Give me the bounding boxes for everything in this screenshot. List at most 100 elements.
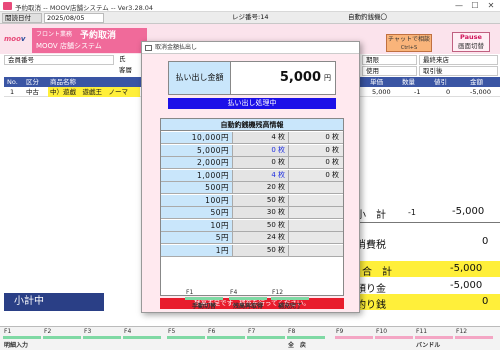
denomination-row: 1円 50 枚 — [161, 244, 343, 257]
payout-dialog: 取消金額払出し 払い出し金額 5,000 円 払い出し処理中 自動釣銭機残高情報… — [141, 41, 360, 313]
maximize-icon[interactable]: ☐ — [468, 1, 482, 11]
subtotal-status-badge: 小計中 — [4, 293, 104, 311]
col-no: No. — [7, 78, 18, 86]
register-number: レジ番号:14 — [232, 13, 269, 21]
denomination-stock: 0 枚 — [289, 157, 343, 168]
window-title: 予約取消 -- MOOV店舗システム -- Ver3.28.04 — [15, 4, 154, 12]
col-discount: 値引 — [434, 78, 447, 86]
minimize-icon[interactable]: — — [452, 1, 466, 11]
function-key-f12[interactable]: F12 — [454, 327, 494, 349]
app-icon — [3, 2, 12, 10]
denomination-count: 0 枚 — [233, 144, 289, 156]
row-category: 中古 — [26, 88, 39, 96]
denomination-count: 30 枚 — [233, 207, 289, 218]
denomination-row: 1,000円 4 枚0 枚 — [161, 169, 343, 182]
row-quantity: -1 — [414, 88, 421, 96]
denomination-stock — [289, 182, 343, 193]
denomination-stock — [289, 219, 343, 231]
denomination-count: 4 枚 — [233, 169, 289, 181]
dialog-key-f12[interactable]: F12 補充完了 — [270, 289, 310, 313]
moov-logo: moov — [4, 35, 26, 43]
function-key-f1[interactable]: F1 明細入力 — [2, 327, 42, 349]
processing-status-bar: 払い出し処理中 — [168, 98, 336, 109]
function-key-f3[interactable]: F3 — [82, 327, 122, 349]
close-icon[interactable]: ✕ — [484, 1, 498, 11]
tax-value: 0 — [482, 236, 489, 247]
denomination-count: 50 枚 — [233, 219, 289, 231]
denomination-label: 1,000円 — [161, 169, 233, 181]
function-key-f8[interactable]: F8 全 戻 — [286, 327, 326, 349]
denomination-row: 10,000円 4 枚0 枚 — [161, 132, 343, 144]
denomination-stock — [289, 207, 343, 218]
dialog-key-f1[interactable]: F1 手動切替 — [184, 289, 224, 313]
row-item-name: 中）遊戯 遊戯王 ノーマ — [48, 87, 140, 97]
denomination-stock: 0 枚 — [289, 169, 343, 181]
col-quantity: 数量 — [402, 78, 415, 86]
member-number-field[interactable]: 会員番号 — [4, 55, 114, 65]
denomination-label: 5円 — [161, 232, 233, 243]
denomination-label: 10円 — [161, 219, 233, 231]
payout-amount-box: 払い出し金額 5,000 円 — [168, 61, 336, 95]
function-key-f5[interactable]: F5 — [166, 327, 206, 349]
payout-amount-value: 5,000 円 — [279, 70, 331, 85]
chat-consult-button[interactable]: チャットで相談 Ctrl+S — [386, 34, 432, 52]
denomination-label: 5,000円 — [161, 144, 233, 156]
function-key-f4[interactable]: F4 — [122, 327, 162, 349]
denomination-label: 10,000円 — [161, 132, 233, 143]
denomination-row: 5円 24 枚 — [161, 232, 343, 244]
denomination-row: 2,000円 0 枚0 枚 — [161, 157, 343, 169]
function-key-f2[interactable]: F2 — [42, 327, 82, 349]
row-discount: 0 — [446, 88, 451, 96]
denomination-row: 500円 20 枚 — [161, 182, 343, 194]
pause-screen-switch-button[interactable]: Pause 画面切替 — [452, 32, 490, 52]
function-key-f11[interactable]: F11 バンドル — [414, 327, 454, 349]
change-label: 釣り銭 — [356, 300, 386, 311]
date-value: 2025/08/05 — [44, 13, 104, 23]
denomination-stock — [289, 232, 343, 243]
denomination-count: 4 枚 — [233, 132, 289, 143]
denomination-stock — [289, 194, 343, 206]
department-label: フロント業務 — [36, 31, 73, 38]
dialog-key-f4[interactable]: F4 残高再取得 — [228, 289, 268, 313]
change-machine-status: 自動釣銭機〇 — [348, 13, 387, 21]
tax-label: 消費税 — [356, 240, 386, 251]
expiry-label: 期限 — [362, 55, 417, 65]
row-no: 1 — [10, 88, 15, 96]
col-amount: 金額 — [470, 78, 483, 86]
row-amount: -5,000 — [470, 88, 491, 96]
denomination-count: 24 枚 — [233, 232, 289, 243]
date-label: 閲読日付 — [2, 13, 42, 23]
deposit-label: 預り金 — [356, 284, 386, 295]
denomination-stock: 0 枚 — [289, 144, 343, 156]
denomination-row: 50円 30 枚 — [161, 207, 343, 219]
function-key-f10[interactable]: F10 — [374, 327, 414, 349]
window-icon — [145, 45, 152, 51]
row-unit-price: 5,000 — [372, 88, 391, 96]
screen-title: 予約取消 — [80, 31, 117, 41]
function-key-f6[interactable]: F6 — [206, 327, 246, 349]
cash-balance-header: 自動釣銭機残高情報 — [161, 119, 343, 131]
denomination-stock — [289, 244, 343, 256]
payout-amount-label: 払い出し金額 — [169, 62, 231, 94]
denomination-label: 100円 — [161, 194, 233, 206]
usage-label: 使用 — [362, 66, 417, 76]
subtotal-label: 小 計 — [356, 210, 386, 221]
col-unit-price: 単価 — [370, 78, 383, 86]
subtotal-value: -5,000 — [452, 206, 485, 217]
denomination-count: 50 枚 — [233, 244, 289, 256]
denomination-count: 50 枚 — [233, 194, 289, 206]
window-titlebar: 予約取消 -- MOOV店舗システム -- Ver3.28.04 — ☐ ✕ — [0, 0, 500, 12]
total-label: 合 計 — [362, 267, 392, 278]
deposit-value: -5,000 — [450, 280, 483, 291]
function-key-f7[interactable]: F7 — [246, 327, 286, 349]
denomination-stock: 0 枚 — [289, 132, 343, 143]
denomination-row: 100円 50 枚 — [161, 194, 343, 207]
col-item-name: 商品名称 — [50, 78, 76, 86]
function-key-f9[interactable]: F9 — [334, 327, 374, 349]
total-value: -5,000 — [450, 263, 483, 274]
denomination-label: 500円 — [161, 182, 233, 193]
denomination-label: 50円 — [161, 207, 233, 218]
col-category: 区分 — [26, 78, 39, 86]
info-bar: 閲読日付 2025/08/05 レジ番号:14 自動釣銭機〇 — [0, 12, 500, 24]
dialog-titlebar: 取消金額払出し — [142, 42, 359, 54]
